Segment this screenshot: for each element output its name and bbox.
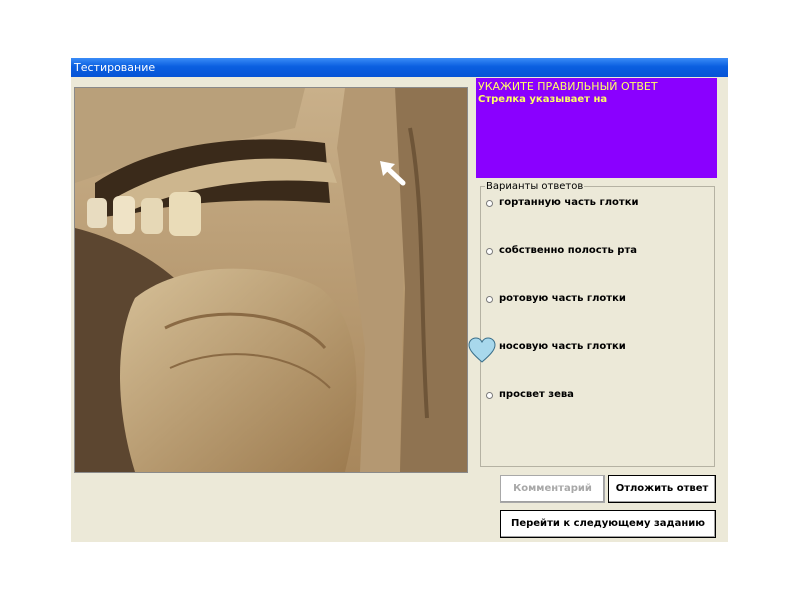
next-task-button[interactable]: Перейти к следующему заданию — [500, 510, 716, 538]
radio-button[interactable] — [486, 248, 493, 255]
radio-button[interactable] — [486, 392, 493, 399]
question-heading: УКАЖИТЕ ПРАВИЛЬНЫЙ ОТВЕТ — [478, 80, 658, 93]
answers-legend: Варианты ответов — [485, 181, 585, 192]
window-title: Тестирование — [74, 61, 156, 74]
heart-icon — [468, 337, 496, 363]
comment-button[interactable]: Комментарий — [500, 475, 605, 503]
answer-label: просвет зева — [499, 389, 574, 400]
anatomy-photo — [75, 88, 467, 472]
radio-button[interactable] — [486, 200, 493, 207]
answers-group: Варианты ответов гортанную часть глотки … — [480, 181, 715, 467]
postpone-answer-button[interactable]: Отложить ответ — [608, 475, 716, 503]
anatomy-image — [74, 87, 468, 473]
answer-label: собственно полость рта — [499, 245, 637, 256]
answer-label: гортанную часть глотки — [499, 197, 639, 208]
radio-button[interactable] — [486, 296, 493, 303]
answer-label: ротовую часть глотки — [499, 293, 626, 304]
test-window: Тестирование УКАЖИТЕ ПРАВИЛЬНЫЙ ОТВЕТ Ст… — [71, 58, 728, 542]
title-bar: Тестирование — [71, 58, 728, 77]
answer-label: носовую часть глотки — [499, 341, 626, 352]
question-prompt: Стрелка указывает на — [478, 94, 608, 105]
question-panel: УКАЖИТЕ ПРАВИЛЬНЫЙ ОТВЕТ Стрелка указыва… — [476, 78, 717, 178]
